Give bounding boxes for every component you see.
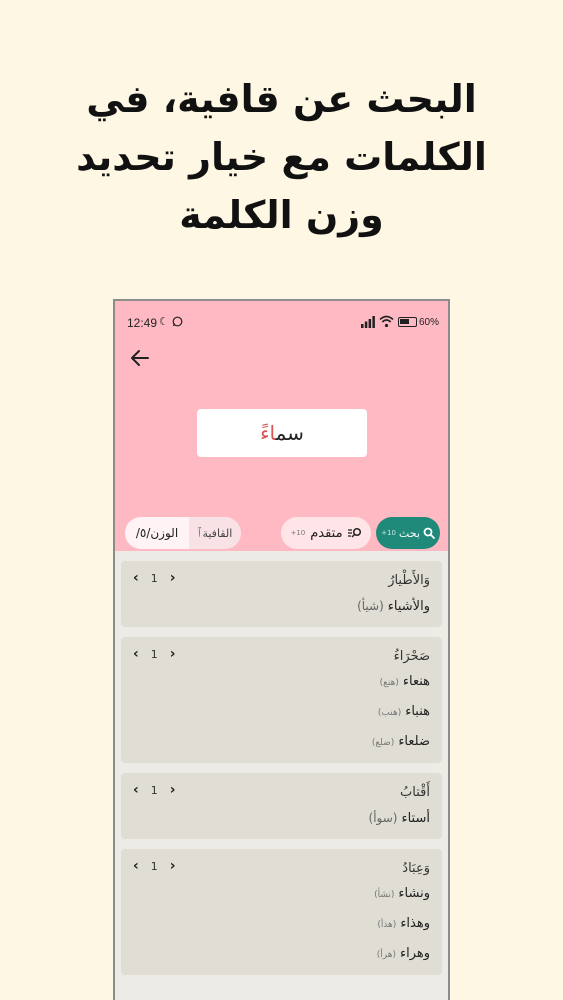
chevron-right-icon[interactable]: › <box>170 646 176 662</box>
rhyme-word: هنباء <box>405 704 430 719</box>
chevron-left-icon[interactable]: ‹ <box>133 570 139 586</box>
result-card: ‹ 1 › أَقْتابُ أستاء(سوأ) <box>121 773 442 839</box>
toggle-meter-label: الوزن/٥/ <box>135 526 179 540</box>
rhyme-item[interactable]: وهذاء(هذأ) <box>133 909 430 939</box>
battery-percent: 60% <box>419 317 440 328</box>
chevron-left-icon[interactable]: ‹ <box>133 858 139 874</box>
search-icon <box>423 527 435 539</box>
result-heading: صَحْرَاءُ <box>393 649 430 664</box>
toggle-meter[interactable]: الوزن/٥/ <box>125 517 189 549</box>
pager-page-number: 1 <box>150 647 158 661</box>
pager-page-number: 1 <box>150 783 158 797</box>
chevron-right-icon[interactable]: › <box>170 782 176 798</box>
result-pager: ‹ 1 › <box>133 646 176 662</box>
toggle-rhyme[interactable]: القافية ﭐ <box>189 517 241 549</box>
rhyme-root: (نشأ) <box>374 890 395 900</box>
rhyme-root: (هنع) <box>379 678 399 688</box>
result-pager: ‹ 1 › <box>133 782 176 798</box>
rhyme-root: (هذأ) <box>377 920 397 930</box>
chevron-left-icon[interactable]: ‹ <box>133 646 139 662</box>
rhyme-root: (ضلع) <box>371 738 395 748</box>
rhyme-item[interactable]: ونشاء(نشأ) <box>133 879 430 909</box>
promo-headline: البحث عن قافية، في الكلمات مع خيار تحديد… <box>0 70 563 244</box>
rhyme-word: ونشاء <box>398 886 430 901</box>
search-word-text: سماءً <box>260 421 304 445</box>
advanced-search-label: متقدم <box>310 525 343 541</box>
signal-icon <box>361 316 375 328</box>
chevron-right-icon[interactable]: › <box>170 570 176 586</box>
rhyme-word: وهذاء <box>400 916 430 931</box>
battery-level <box>400 319 409 324</box>
moon-icon: ☾ <box>159 315 169 328</box>
result-heading: وَعِبَادُ <box>402 861 430 876</box>
rhyme-word: وهراء <box>399 946 430 961</box>
result-heading: أَقْتابُ <box>400 785 430 800</box>
advanced-search-sub: 10+ <box>290 529 306 537</box>
wifi-icon <box>379 315 394 328</box>
results-list: ‹ 1 › وَالأَطْيارُ والأشياء(شيأ) ‹ 1 › صَحْرَاءُ… <box>121 561 442 985</box>
search-mode-toggle[interactable]: القافية ﭐ الوزن/٥/ <box>125 517 241 549</box>
result-pager: ‹ 1 › <box>133 570 176 586</box>
result-heading: وَالأَطْيارُ <box>388 573 430 588</box>
toggle-rhyme-label: القافية <box>202 526 233 540</box>
result-pager: ‹ 1 › <box>133 858 176 874</box>
search-button-label: بحث <box>398 526 420 540</box>
rhyme-item[interactable]: ضلعاء(ضلع) <box>133 727 430 757</box>
search-button-sub: 10+ <box>381 529 396 537</box>
rhyme-root: (هنب) <box>377 708 402 718</box>
result-card: ‹ 1 › وَالأَطْيارُ والأشياء(شيأ) <box>121 561 442 627</box>
status-bar: 12:49 ☾ 60% <box>115 301 448 345</box>
back-arrow-icon[interactable] <box>129 347 151 369</box>
rhyme-icon: ﭐ <box>197 525 201 540</box>
chevron-left-icon[interactable]: ‹ <box>133 782 139 798</box>
whatsapp-icon <box>172 316 183 330</box>
rhyme-word: والأشياء <box>387 599 430 614</box>
pager-page-number: 1 <box>150 859 158 873</box>
headline-line-1: البحث عن قافية، في <box>86 77 477 121</box>
rhyme-item[interactable]: أستاء(سوأ) <box>133 803 430 833</box>
search-word-highlight: اءً <box>260 421 276 445</box>
headline-line-2: الكلمات مع خيار تحديد <box>76 135 487 179</box>
rhyme-root: (هرأ) <box>376 950 396 960</box>
rhyme-word: أستاء <box>401 811 430 826</box>
result-card: ‹ 1 › وَعِبَادُ ونشاء(نشأ) وهذاء(هذأ) وهراء(هر… <box>121 849 442 975</box>
rhyme-item[interactable]: والأشياء(شيأ) <box>133 591 430 621</box>
rhyme-item[interactable]: هنباء(هنب) <box>133 697 430 727</box>
chevron-right-icon[interactable]: › <box>170 858 176 874</box>
rhyme-item[interactable]: هنعاء(هنع) <box>133 667 430 697</box>
search-button[interactable]: بحث 10+ <box>376 517 440 549</box>
advanced-search-icon <box>347 527 361 538</box>
battery-icon <box>398 317 417 327</box>
headline-line-3: وزن الكلمة <box>179 193 384 237</box>
rhyme-word: ضلعاء <box>398 734 430 749</box>
pager-page-number: 1 <box>150 571 158 585</box>
advanced-search-button[interactable]: متقدم 10+ <box>281 517 371 549</box>
search-word-field[interactable]: سماءً <box>197 409 367 457</box>
phone-frame: 12:49 ☾ 60% سماءً بحث 10+ متقدم 10+ القا… <box>113 299 450 1000</box>
rhyme-word: هنعاء <box>402 674 430 689</box>
status-time: 12:49 <box>127 316 158 330</box>
rhyme-root: (سوأ) <box>368 811 398 825</box>
result-card: ‹ 1 › صَحْرَاءُ هنعاء(هنع) هنباء(هنب) ضلعاء(ضل… <box>121 637 442 763</box>
rhyme-item[interactable]: وهراء(هرأ) <box>133 939 430 969</box>
rhyme-root: (شيأ) <box>357 599 384 613</box>
